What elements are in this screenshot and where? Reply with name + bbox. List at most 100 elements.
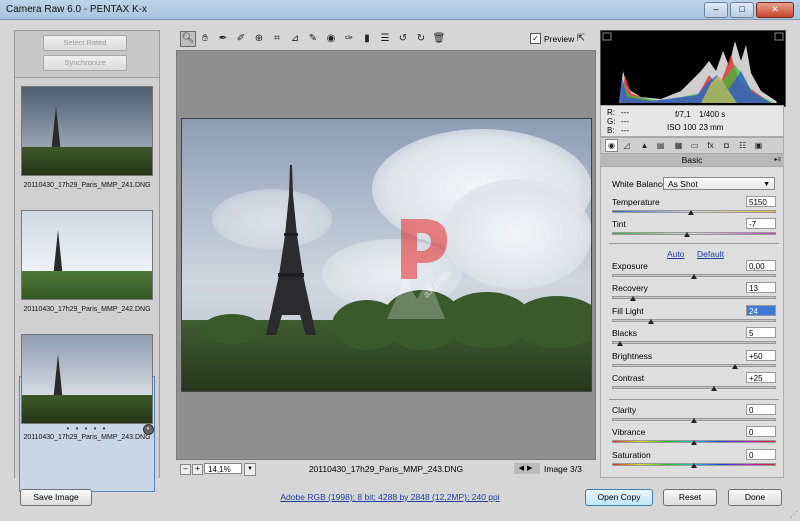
tab-detail-icon[interactable]: ▲ [639,140,650,151]
slider-track[interactable] [612,296,776,299]
resize-grip-icon[interactable]: ⋰ [790,510,798,519]
thumbnail-filename: 20110430_17h29_Paris_MMP_243.DNG [23,434,151,441]
white-balance-select[interactable]: As Shot ▼ [663,177,775,190]
zoom-out-button[interactable]: – [180,464,191,475]
slider-label: Contrast [612,373,645,383]
slider-value-input[interactable]: -7 [746,218,776,229]
synchronize-button[interactable]: Synchronize [43,55,127,71]
slider-handle[interactable] [617,341,624,346]
thumbnail-image[interactable] [21,210,153,300]
slider-handle[interactable] [684,232,691,237]
slider-value-input[interactable]: +25 [746,372,776,383]
shutter-speed: 1/400 s [699,110,726,119]
preview-image[interactable]: ax.com [181,118,592,392]
slider-value-input[interactable]: +50 [746,350,776,361]
close-button[interactable]: ✕ [756,2,794,18]
b-label: B: [607,126,615,135]
chevron-down-icon: ▼ [763,181,770,188]
zoom-level[interactable]: 14,1% [204,463,242,474]
tab-tone-curve-icon[interactable]: ◿ [621,140,632,151]
image-navigation[interactable]: ◀▶ [514,463,540,474]
zoom-dropdown[interactable]: ▼ [244,463,256,476]
slider-handle[interactable] [691,418,697,423]
slider-handle[interactable] [732,364,738,369]
focal-length: 23 mm [699,123,724,132]
tab-split-toning-icon[interactable]: ▦ [673,140,684,151]
tab-camera-calibration-icon[interactable]: ◘ [721,140,732,151]
default-link[interactable]: Default [697,249,724,259]
tab-lens-icon[interactable]: ▭ [689,140,700,151]
slider-value-input[interactable]: 0 [746,449,776,460]
slider-track[interactable] [612,319,776,322]
slider-value-input[interactable]: 0 [746,426,776,437]
preferences-icon[interactable]: ☰ [378,32,392,46]
color-sampler-icon[interactable]: ✐ [234,32,248,46]
fullscreen-icon[interactable]: ⇱ [574,32,588,46]
target-adjustment-icon[interactable]: ⊕ [252,32,266,46]
reset-button[interactable]: Reset [663,489,717,506]
preview-checkbox[interactable]: ✓ [530,33,541,44]
adjustment-brush-icon[interactable]: ✑ [342,32,356,46]
tab-snapshots-icon[interactable]: ▣ [753,140,764,151]
tab-hsl-icon[interactable]: ▤ [655,140,666,151]
done-button[interactable]: Done [728,489,782,506]
canvas-status-bar: – + 14,1% ▼ 20110430_17h29_Paris_MMP_243… [176,460,596,478]
slider-label: Vibrance [612,427,646,437]
r-label: R: [607,108,615,117]
adjusted-icon: ◐ [143,424,154,435]
panel-menu-icon[interactable]: ▸≡ [774,156,781,163]
maximize-button[interactable]: □ [730,2,754,18]
hand-icon[interactable]: ✋︎ [198,32,212,46]
save-image-button[interactable]: Save Image [20,489,92,506]
slider-label: Clarity [612,405,637,415]
slider-value-input[interactable]: 5150 [746,196,776,207]
preview-toggle[interactable]: ✓ Preview [530,33,574,44]
tab-effects-icon[interactable]: fx [705,140,716,151]
slider-value-input[interactable]: 5 [746,327,776,338]
slider-handle[interactable] [710,386,717,391]
image-count: Image 3/3 [544,464,582,474]
rotate-left-icon[interactable]: ↺ [396,32,410,46]
slider-handle[interactable] [691,274,697,279]
slider-value-input[interactable]: 24 [746,305,776,316]
slider-track[interactable] [612,232,776,235]
auto-link[interactable]: Auto [667,249,685,259]
slider-value-input[interactable]: 0,00 [746,260,776,271]
zoom-in-button[interactable]: + [192,464,203,475]
slider-track[interactable] [612,341,776,344]
slider-track[interactable] [612,364,776,367]
exif-info: R: --- G: --- B: --- f/7,1 1/400 s ISO 1… [600,105,784,137]
image-canvas[interactable]: ax.com [176,50,596,460]
section-title: Basic [681,155,703,165]
filmstrip[interactable]: 20110430_17h29_Paris_MMP_241.DNG 2011043… [15,77,159,492]
spot-removal-icon[interactable]: ✎ [306,32,320,46]
minimize-button[interactable]: – [704,2,728,18]
slider-handle[interactable] [691,440,697,445]
graduated-filter-icon[interactable]: ▮ [360,32,374,46]
slider-handle[interactable] [687,210,694,215]
crop-icon[interactable]: ⌗ [270,32,284,46]
zoom-icon[interactable]: 🔍︎ [180,31,196,47]
thumbnail-image[interactable] [21,334,153,424]
slider-value-input[interactable]: 13 [746,282,776,293]
white-balance-icon[interactable]: ✒ [216,32,230,46]
slider-track[interactable] [612,386,776,389]
rating-stars[interactable]: • • • • • [21,424,153,433]
red-eye-icon[interactable]: ◉ [324,32,338,46]
slider-handle[interactable] [691,463,697,468]
open-copy-button[interactable]: Open Copy [585,489,653,506]
watermark-logo [387,219,448,319]
straighten-icon[interactable]: ⊿ [288,32,302,46]
tab-presets-icon[interactable]: ☷ [737,140,748,151]
thumbnail-image[interactable] [21,86,153,176]
select-rated-button[interactable]: Select Rated [43,35,127,51]
slider-track[interactable] [612,210,776,213]
slider-value-input[interactable]: 0 [746,404,776,415]
slider-handle[interactable] [630,296,637,301]
rotate-right-icon[interactable]: ↻ [414,32,428,46]
workflow-options-link[interactable]: Adobe RGB (1998); 8 bit; 4288 by 2848 (1… [240,492,540,502]
slider-handle[interactable] [648,319,655,324]
filmstrip-panel: Select Rated Synchronize 20110430_17h29_… [14,30,160,492]
tab-basic-icon[interactable]: ◉ [605,139,618,152]
trash-icon[interactable]: 🗑︎ [432,32,446,46]
